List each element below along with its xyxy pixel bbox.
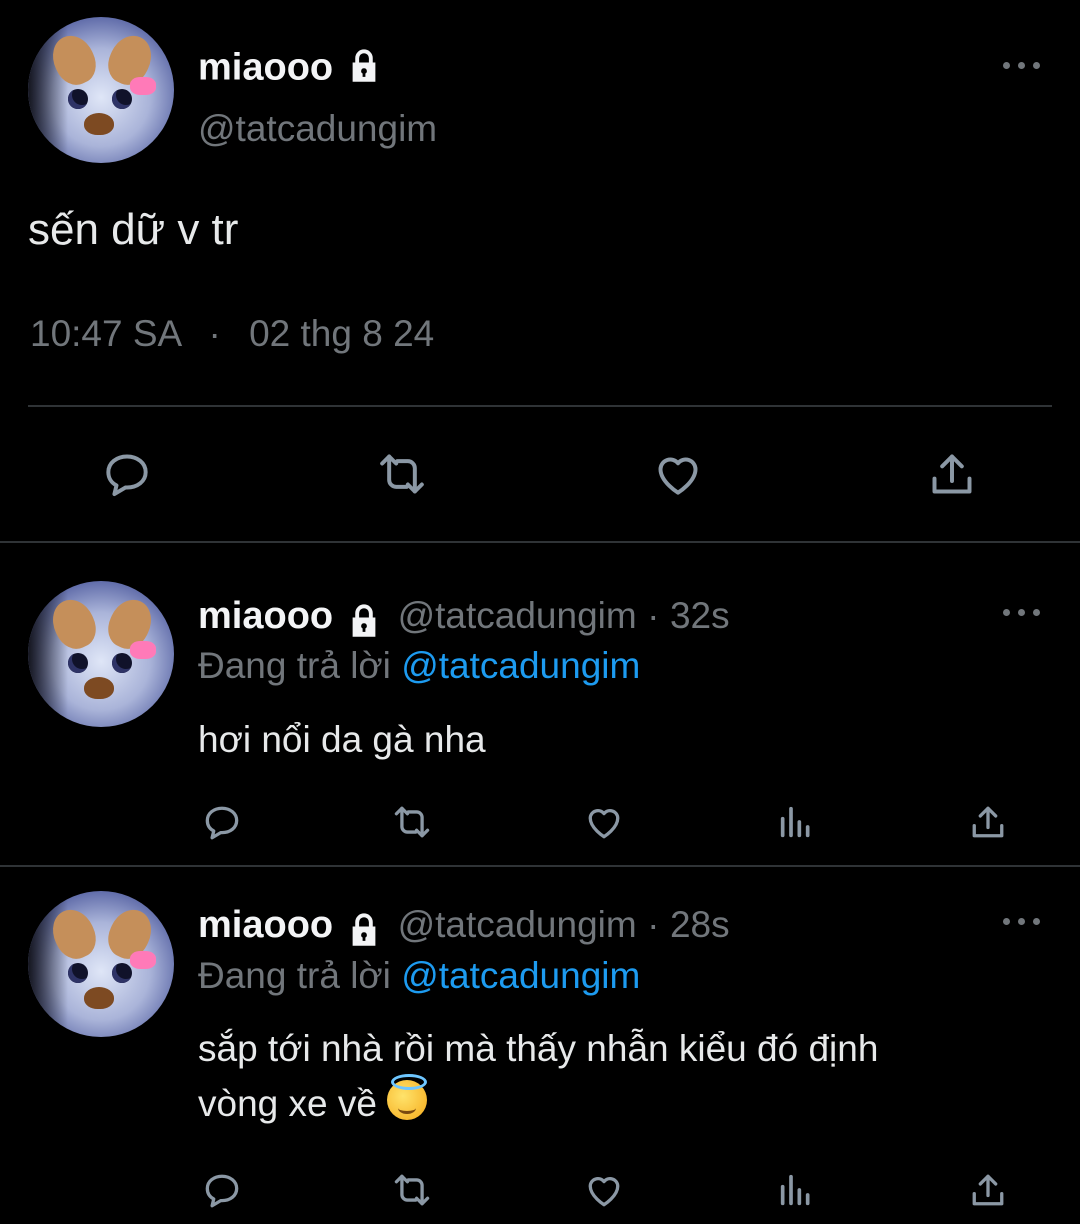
tweet-text: hơi nổi da gà nha (198, 719, 486, 760)
more-dots-icon[interactable] (1003, 606, 1043, 618)
author-name[interactable]: miaooo (198, 595, 333, 637)
author-handle[interactable]: @tatcadungim (398, 595, 637, 636)
bar-chart-icon[interactable] (776, 800, 816, 844)
more-dots-icon[interactable] (1003, 59, 1043, 71)
share-icon[interactable] (966, 1168, 1010, 1212)
tweet-date[interactable]: 02 thg 8 24 (249, 313, 434, 354)
heart-icon[interactable] (581, 1168, 627, 1212)
replying-to: Đang trả lời @tatcadungim (198, 645, 640, 687)
reply-header: miaooo @tatcadungim · 28s (198, 904, 730, 956)
author-name-text[interactable]: miaooo (198, 47, 333, 89)
more-dots-icon[interactable] (1003, 915, 1043, 927)
author-handle[interactable]: @tatcadungim (198, 108, 437, 150)
retweet-icon[interactable] (387, 1168, 437, 1212)
meta-separator: · (208, 313, 221, 354)
author-handle[interactable]: @tatcadungim (398, 904, 637, 945)
tweet-age[interactable]: 28s (670, 904, 730, 945)
tweet-time[interactable]: 10:47 SA (30, 313, 180, 354)
reply-icon[interactable] (99, 446, 155, 502)
meta-separator: · (647, 904, 660, 945)
tweet-age[interactable]: 32s (670, 595, 730, 636)
tweet-text: sến dữ v tr (28, 205, 239, 254)
reply-header: miaooo @tatcadungim · 32s (198, 595, 730, 647)
author-name[interactable]: miaooo (198, 904, 333, 946)
meta-separator: · (647, 595, 660, 636)
lock-icon (343, 45, 385, 94)
avatar[interactable] (28, 17, 174, 163)
share-icon[interactable] (966, 800, 1010, 844)
tweet-text-line: vòng xe về (198, 1074, 878, 1131)
avatar[interactable] (28, 581, 174, 727)
replying-to: Đang trả lời @tatcadungim (198, 955, 640, 997)
tweet-text-line-2: vòng xe về (198, 1083, 377, 1124)
retweet-icon[interactable] (370, 446, 434, 502)
heart-icon[interactable] (581, 800, 627, 844)
author-name[interactable]: miaooo (198, 45, 385, 94)
replying-prefix: Đang trả lời (198, 645, 391, 686)
halo-emoji-icon (387, 1074, 428, 1120)
avatar[interactable] (28, 891, 174, 1037)
lock-icon (343, 600, 385, 647)
divider (0, 541, 1080, 543)
retweet-icon[interactable] (387, 800, 437, 844)
heart-icon[interactable] (648, 446, 708, 502)
tweet-text-line: sắp tới nhà rồi mà thấy nhẫn kiểu đó địn… (198, 1028, 879, 1069)
divider (0, 865, 1080, 867)
replying-handle-link[interactable]: @tatcadungim (401, 645, 640, 686)
reply-icon[interactable] (200, 800, 244, 844)
lock-icon (343, 909, 385, 956)
replying-prefix: Đang trả lời (198, 955, 391, 996)
reply-icon[interactable] (200, 1168, 244, 1212)
tweet-text: sắp tới nhà rồi mà thấy nhẫn kiểu đó địn… (198, 1021, 878, 1131)
replying-handle-link[interactable]: @tatcadungim (401, 955, 640, 996)
share-icon[interactable] (923, 446, 981, 502)
bar-chart-icon[interactable] (776, 1168, 816, 1212)
tweet-meta: 10:47 SA · 02 thg 8 24 (30, 313, 434, 355)
divider (28, 405, 1052, 407)
